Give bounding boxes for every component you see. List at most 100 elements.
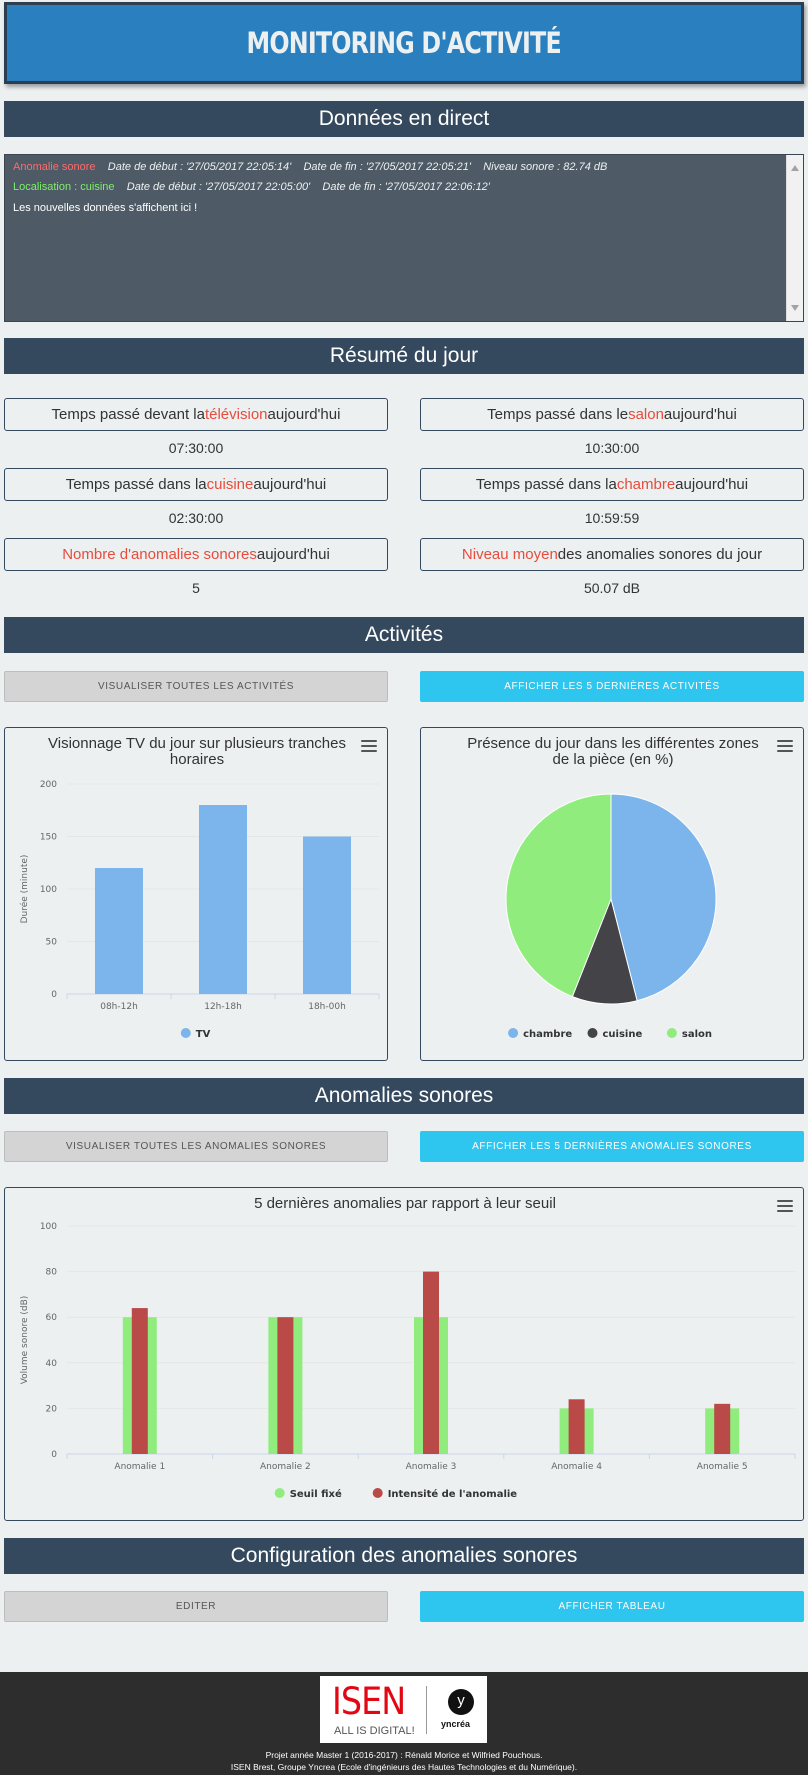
y-axis-label: Durée (minute) xyxy=(19,855,30,924)
card-text: aujourd'hui xyxy=(256,546,330,563)
yncrea-y-icon: y xyxy=(448,1689,474,1715)
y-tick-label: 200 xyxy=(40,780,57,790)
show-table-button[interactable]: Afficher tableau xyxy=(420,1591,804,1622)
scroll-up-icon[interactable] xyxy=(791,165,799,171)
tv-chart-panel: Visionnage TV du jour sur plusieurs tran… xyxy=(4,727,388,1061)
live-location-start: Date de début : '27/05/2017 22:05:00' xyxy=(126,181,311,193)
chart-title: Visionnage TV du jour sur plusieurs tran… xyxy=(48,735,346,752)
summary-value-tv: 07:30:00 xyxy=(168,440,224,456)
summary-value-chambre: 10:59:59 xyxy=(584,510,640,526)
legend-item: cuisine xyxy=(603,1029,643,1040)
legend-item: Seuil fixé xyxy=(290,1488,342,1500)
legend-marker xyxy=(274,1488,285,1498)
y-axis-label: Volume sonore (dB) xyxy=(20,1296,30,1385)
live-anomaly-end: Date de fin : '27/05/2017 22:05:21' xyxy=(303,161,471,173)
card-text: aujourd'hui xyxy=(253,476,327,493)
summary-value-anomaly-level: 50.07 dB xyxy=(583,580,641,596)
show-last-anomalies-button[interactable]: Afficher les 5 dernières anomalies sonor… xyxy=(420,1131,804,1162)
summary-card-salon: Temps passé dans le salon aujourd'hui xyxy=(420,398,804,431)
bar xyxy=(95,868,143,994)
summary-card-cuisine: Temps passé dans la cuisine aujourd'hui xyxy=(4,468,388,501)
card-highlight: salon xyxy=(628,406,664,423)
card-text: aujourd'hui xyxy=(675,476,749,493)
card-text: Temps passé dans la xyxy=(65,476,207,493)
footer: ISEN ALL IS DIGITAL! y yncréa Projet ann… xyxy=(0,1672,808,1775)
live-data-box[interactable]: Anomalie sonore Date de début : '27/05/2… xyxy=(4,154,804,322)
anomalies-chart-panel: 5 dernières anomalies par rapport à leur… xyxy=(4,1187,804,1521)
chart-title: 5 dernières anomalies par rapport à leur… xyxy=(254,1195,556,1212)
menu-icon[interactable] xyxy=(777,740,793,752)
presence-pie-chart: Présence du jour dans les différentes zo… xyxy=(467,735,759,1040)
y-tick-label: 50 xyxy=(46,938,58,948)
card-text: des anomalies sonores du jour xyxy=(557,546,763,563)
card-text: aujourd'hui xyxy=(267,406,341,423)
x-tick-label: Anomalie 2 xyxy=(260,1462,311,1472)
live-line-anomaly: Anomalie sonore Date de début : '27/05/2… xyxy=(13,161,607,173)
card-highlight: télévision xyxy=(204,406,268,423)
bar xyxy=(303,836,351,994)
summary-value-cuisine: 02:30:00 xyxy=(168,510,224,526)
view-all-anomalies-button[interactable]: Visualiser toutes les anomalies sonores xyxy=(4,1131,388,1162)
y-tick-label: 20 xyxy=(46,1404,58,1414)
live-location-label: Localisation : cuisine xyxy=(13,181,115,193)
chart-title: Présence du jour dans les différentes zo… xyxy=(467,735,759,752)
y-tick-label: 0 xyxy=(51,1450,57,1460)
logo-tagline: ALL IS DIGITAL! xyxy=(334,1725,415,1737)
section-summary-title: Résumé du jour xyxy=(4,338,804,374)
summary-card-anomaly-count: Nombre d'anomalies sonores aujourd'hui xyxy=(4,538,388,571)
live-anomaly-label: Anomalie sonore xyxy=(13,161,96,173)
bar xyxy=(714,1403,731,1454)
x-tick-label: 18h-00h xyxy=(308,1002,346,1012)
y-tick-label: 80 xyxy=(46,1268,58,1278)
x-tick-label: Anomalie 4 xyxy=(551,1462,602,1472)
logo-divider xyxy=(426,1686,427,1734)
card-highlight: Nombre d'anomalies sonores xyxy=(62,546,257,563)
menu-icon[interactable] xyxy=(777,1200,793,1212)
x-tick-label: Anomalie 3 xyxy=(406,1462,457,1472)
menu-icon[interactable] xyxy=(361,740,377,752)
x-tick-label: 08h-12h xyxy=(100,1002,138,1012)
card-text: Temps passé devant la xyxy=(51,406,205,423)
live-location-end: Date de fin : '27/05/2017 22:06:12' xyxy=(322,181,490,193)
legend-item: TV xyxy=(196,1029,211,1040)
x-tick-label: Anomalie 5 xyxy=(697,1462,748,1472)
summary-card-tv: Temps passé devant la télévision aujourd… xyxy=(4,398,388,431)
show-last-activities-button[interactable]: Afficher les 5 dernières activités xyxy=(420,671,804,702)
bar xyxy=(131,1308,148,1454)
isen-logo: ISEN ALL IS DIGITAL! y yncréa xyxy=(320,1676,487,1743)
y-tick-label: 100 xyxy=(40,885,57,895)
bar xyxy=(277,1317,294,1454)
live-scrollbar[interactable] xyxy=(786,155,803,321)
card-text: Temps passé dans la xyxy=(475,476,617,493)
summary-card-anomaly-level: Niveau moyen des anomalies sonores du jo… xyxy=(420,538,804,571)
logo-partner: yncréa xyxy=(441,1719,471,1729)
page-title: MONITORING D'ACTIVITÉ xyxy=(246,26,562,60)
summary-card-chambre: Temps passé dans la chambre aujourd'hui xyxy=(420,468,804,501)
y-tick-label: 0 xyxy=(51,990,57,1000)
legend-item: Intensité de l'anomalie xyxy=(388,1488,518,1500)
y-tick-label: 40 xyxy=(46,1359,58,1369)
scroll-down-icon[interactable] xyxy=(791,305,799,311)
section-anomalies-title: Anomalies sonores xyxy=(4,1078,804,1114)
y-tick-label: 100 xyxy=(40,1222,57,1232)
view-all-activities-button[interactable]: Visualiser toutes les activités xyxy=(4,671,388,702)
live-line-location: Localisation : cuisine Date de début : '… xyxy=(13,181,490,193)
legend-marker xyxy=(666,1028,677,1038)
section-live-title: Données en direct xyxy=(4,101,804,137)
x-tick-label: 12h-18h xyxy=(204,1002,242,1012)
card-text: aujourd'hui xyxy=(663,406,737,423)
legend-item: chambre xyxy=(523,1029,572,1040)
legend-marker xyxy=(372,1488,383,1498)
edit-button[interactable]: Editer xyxy=(4,1591,388,1622)
legend-marker xyxy=(180,1028,191,1038)
presence-chart-panel: Présence du jour dans les différentes zo… xyxy=(420,727,804,1061)
legend-marker xyxy=(587,1028,598,1038)
logo-isen-text: ISEN xyxy=(332,1680,406,1723)
section-activities-title: Activités xyxy=(4,617,804,653)
y-tick-label: 150 xyxy=(40,833,57,843)
legend-marker xyxy=(508,1028,519,1038)
live-anomaly-level: Niveau sonore : 82.74 dB xyxy=(483,161,608,173)
live-anomaly-start: Date de début : '27/05/2017 22:05:14' xyxy=(107,161,292,173)
x-tick-label: Anomalie 1 xyxy=(114,1462,165,1472)
chart-title: de la pièce (en %) xyxy=(553,751,674,768)
